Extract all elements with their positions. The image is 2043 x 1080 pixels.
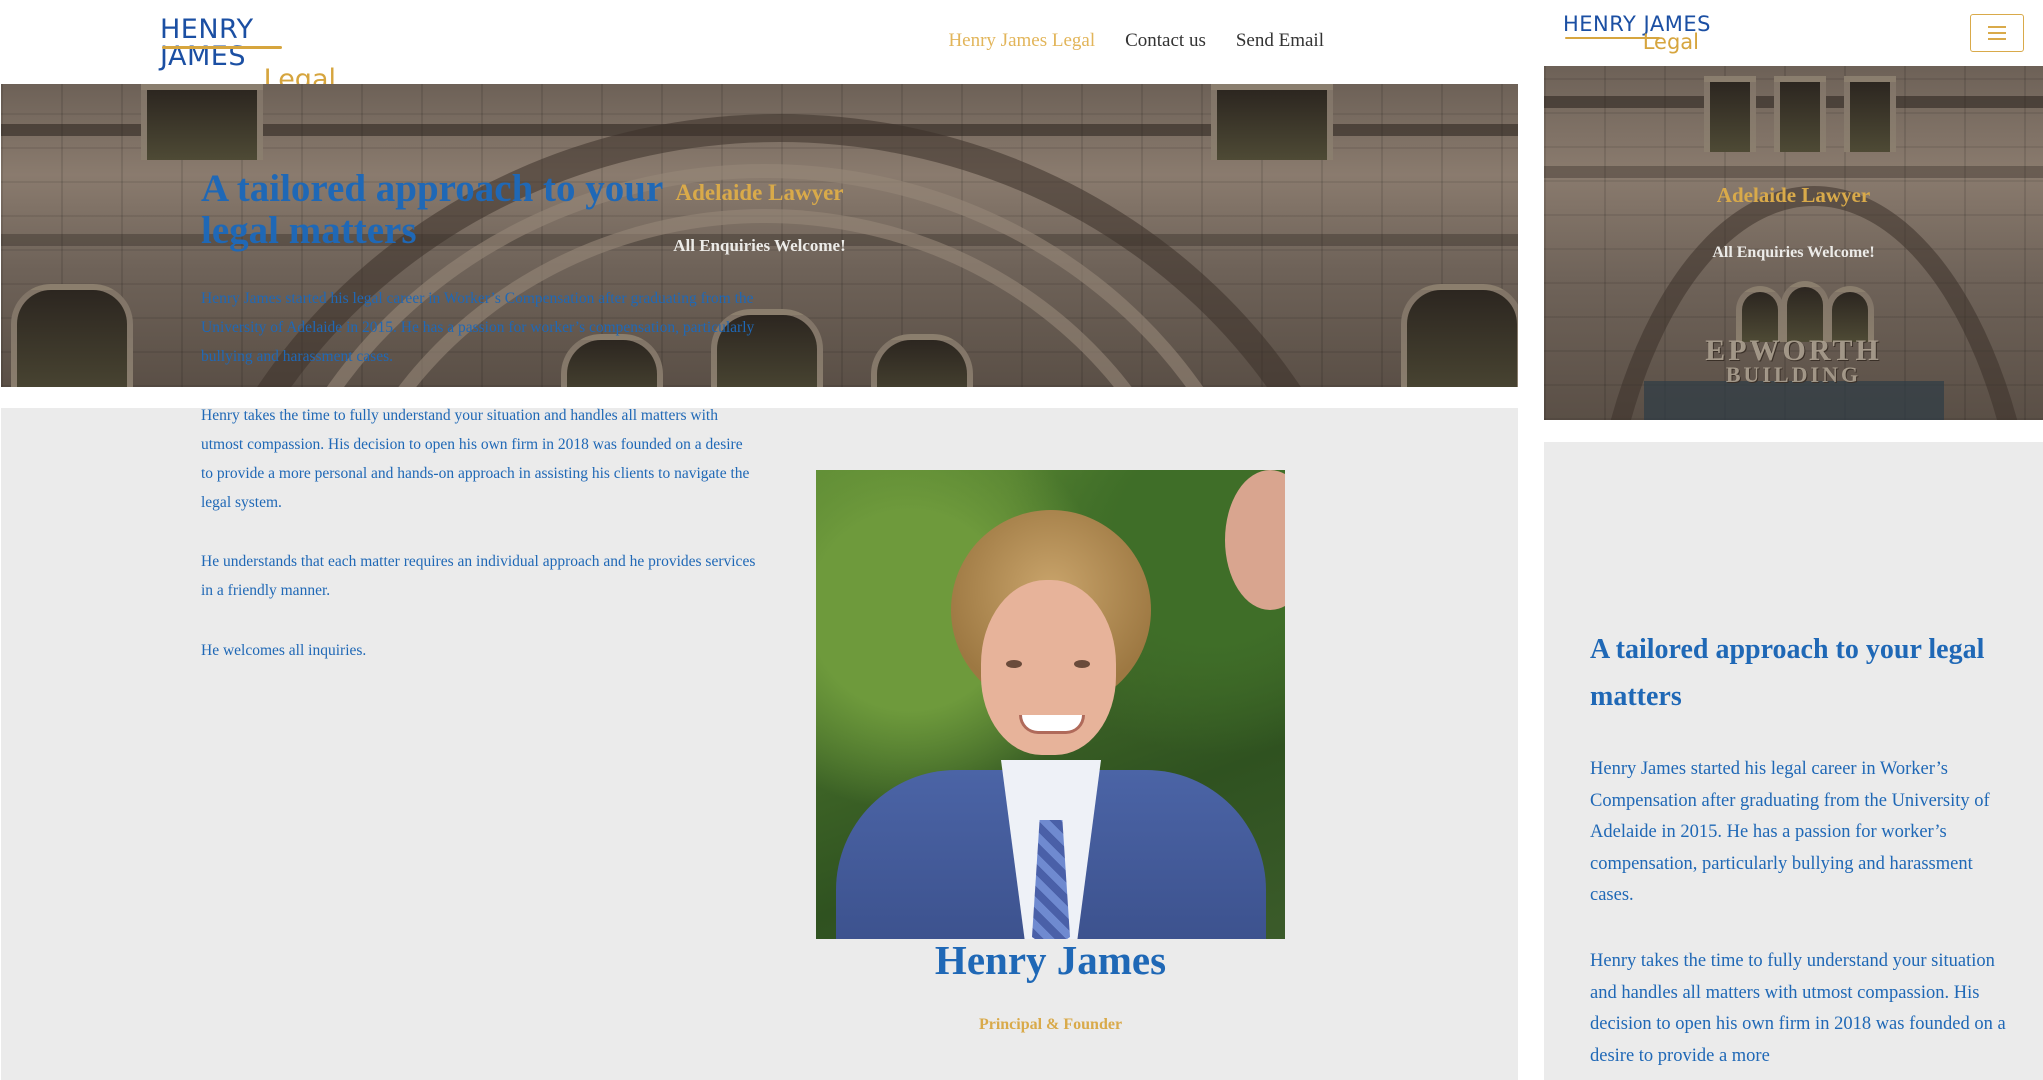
desktop-header: HENRY JAMES Legal Henry James Legal Cont… — [0, 0, 1518, 93]
logo-swoosh — [1565, 37, 1660, 39]
menu-bar — [1988, 38, 2006, 40]
mobile-hero-banner: EPWORTH BUILDING Adelaide Lawyer All Enq… — [1544, 66, 2043, 420]
building-window — [1211, 84, 1333, 160]
logo-swoosh — [162, 46, 282, 49]
menu-bar — [1988, 26, 2006, 28]
photo-eye — [1074, 660, 1090, 668]
mobile-about-paragraph: Henry James started his legal career in … — [1590, 759, 1990, 905]
brand-logo[interactable]: HENRY JAMES Legal — [160, 16, 340, 93]
mobile-about-heading: A tailored approach to your legal matter… — [1590, 634, 1985, 712]
brand-logo-line1: HENRY JAMES — [160, 14, 254, 72]
building-window — [11, 284, 133, 387]
building-ledge — [1544, 166, 2043, 178]
building-window — [1844, 76, 1896, 152]
hamburger-menu-icon[interactable] — [1970, 14, 2024, 52]
building-window — [1401, 284, 1518, 387]
building-window — [1774, 76, 1826, 152]
building-window — [871, 334, 973, 387]
about-paragraph: Henry James started his legal career in … — [201, 290, 755, 365]
building-window — [1781, 281, 1829, 342]
about-heading: A tailored approach to your legal matter… — [201, 167, 663, 252]
nav-item-contact-us[interactable]: Contact us — [1125, 30, 1206, 52]
about-paragraph: Henry takes the time to fully understand… — [201, 407, 750, 511]
building-window — [141, 84, 263, 160]
profile-photo — [816, 470, 1285, 939]
profile-role: Principal & Founder — [978, 1016, 1123, 1033]
mobile-brand-logo[interactable]: HENRY JAMES Legal — [1563, 14, 1713, 54]
menu-bar — [1988, 32, 2006, 34]
about-paragraph: He welcomes all inquiries. — [201, 642, 367, 659]
nav-item-henry-james-legal[interactable]: Henry James Legal — [948, 30, 1095, 52]
photo-smile — [1019, 715, 1085, 734]
building-window — [1704, 76, 1756, 152]
main-nav: Henry James Legal Contact us Send Email — [948, 30, 1324, 52]
about-paragraph: He understands that each matter requires… — [201, 553, 756, 599]
hero-title: Adelaide Lawyer — [1716, 183, 1871, 207]
building-sign-line2: BUILDING — [1725, 362, 1862, 387]
mobile-about-paragraph: Henry takes the time to fully understand… — [1590, 951, 2006, 1066]
nav-item-send-email[interactable]: Send Email — [1236, 30, 1324, 52]
profile-name: Henry James — [934, 937, 1167, 983]
hero-subtitle: All Enquiries Welcome! — [1712, 244, 1875, 261]
photo-eye — [1006, 660, 1022, 668]
